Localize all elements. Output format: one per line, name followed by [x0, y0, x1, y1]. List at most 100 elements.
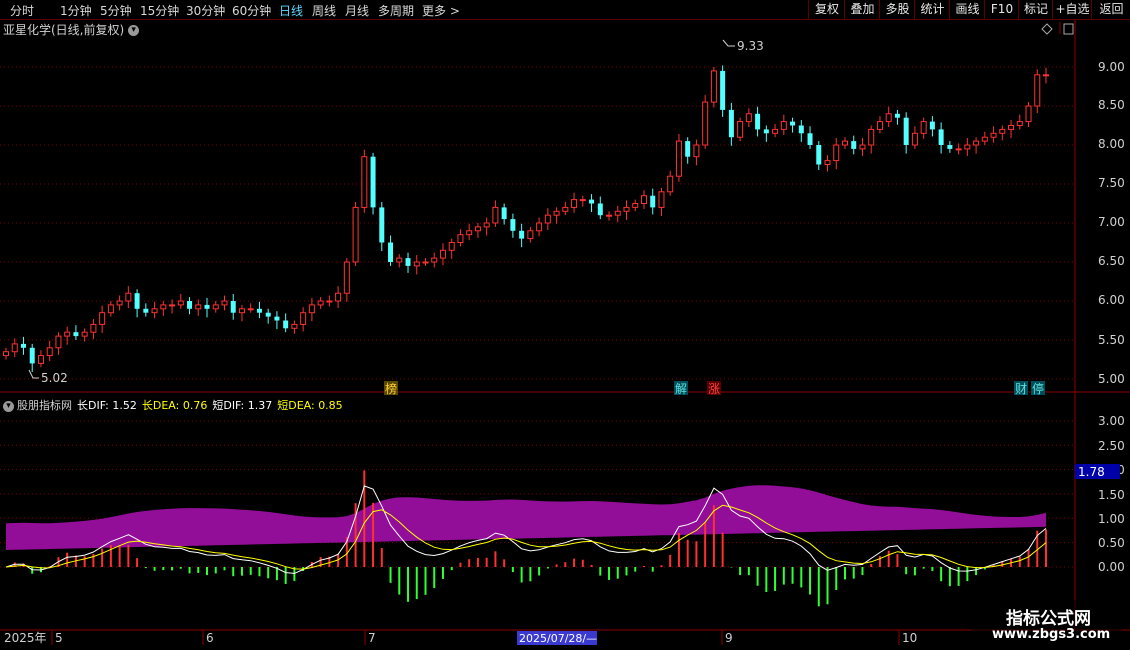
candle-body — [772, 128, 779, 134]
indicator-tick-label: 1.50 — [1098, 488, 1125, 502]
candle-body — [798, 125, 804, 134]
candle-body — [790, 121, 796, 126]
price-tick-label: 7.50 — [1098, 176, 1125, 190]
candle-body — [3, 351, 9, 357]
candle-body — [448, 242, 455, 251]
watermark-title: 指标公式网 — [1006, 609, 1091, 629]
high-pointer — [722, 39, 735, 47]
event-marker[interactable]: 涨 — [708, 381, 720, 396]
candle-body — [816, 145, 822, 165]
candle-body — [833, 144, 840, 162]
candle-body — [562, 206, 569, 212]
candle-body — [212, 304, 219, 310]
candle-body — [300, 312, 307, 325]
candle-body — [885, 113, 892, 123]
window-icon[interactable] — [1063, 23, 1074, 35]
candle-body — [763, 129, 769, 134]
long-dea-label: 长DEA: 0.76 — [141, 399, 208, 412]
indicator-tick-label: 3.00 — [1098, 414, 1125, 428]
candle-body — [283, 320, 289, 329]
kline-chart[interactable]: 9.00 8.50 8.00 7.50 7.00 6.50 6.00 5.50 … — [0, 0, 1130, 650]
candle-body — [614, 210, 621, 216]
candle-body — [780, 121, 787, 130]
candle-body — [841, 140, 848, 146]
event-marker[interactable]: 停 — [1032, 381, 1044, 396]
chevron-down-icon[interactable]: ▾ — [3, 400, 14, 412]
time-axis-label: 2025年 — [4, 631, 47, 645]
candle-body — [693, 144, 700, 158]
low-price-label: 5.02 — [41, 371, 68, 385]
candle-body — [544, 214, 551, 224]
candle-body — [195, 304, 202, 310]
candle-body — [326, 300, 333, 303]
candle-body — [737, 121, 744, 138]
candle-body — [352, 206, 359, 263]
indicator-tick-label: 1.00 — [1098, 512, 1125, 526]
indicator-name[interactable]: 股朋指标网 — [17, 399, 72, 412]
candle-body — [1016, 121, 1023, 126]
candle-body — [650, 195, 656, 208]
candle-body — [204, 304, 210, 309]
candle-body — [291, 323, 298, 329]
candle-body — [745, 113, 752, 123]
candle-body — [20, 343, 26, 348]
candle-body — [658, 191, 665, 208]
candle-body — [579, 199, 586, 202]
event-marker[interactable]: 解 — [675, 382, 687, 396]
candle-body — [685, 141, 691, 157]
candle-body — [379, 207, 385, 243]
candle-body — [29, 347, 35, 364]
candle-body — [990, 132, 997, 138]
candle-body — [370, 156, 376, 208]
candle-body — [710, 70, 717, 103]
candle-body — [335, 292, 342, 302]
indicator-tick-label: 2.50 — [1098, 439, 1125, 453]
candle-body — [274, 316, 280, 321]
candle-body — [675, 140, 682, 177]
candle-body — [876, 121, 883, 130]
candle-body — [553, 210, 560, 216]
candle-body — [755, 113, 761, 130]
indicator-legend: ▾ 股朋指标网 长DIF: 1.52 长DEA: 0.76 短DIF: 1.37 短DEA… — [3, 397, 348, 413]
time-axis-label: 6 — [206, 631, 214, 645]
indicator-tick-label: 0.00 — [1098, 560, 1125, 574]
candle-body — [824, 160, 831, 166]
candle-body — [474, 226, 481, 232]
candle-body — [116, 300, 123, 306]
candle-body — [64, 331, 71, 337]
candle-body — [807, 133, 813, 145]
short-dea-label: 短DEA: 0.85 — [277, 399, 343, 412]
candle-body — [519, 230, 525, 239]
price-tick-label: 5.00 — [1098, 372, 1125, 386]
candle-body — [894, 113, 900, 118]
candle-body — [125, 292, 132, 302]
short-dif-label: 短DIF: 1.37 — [212, 399, 273, 412]
candle-body — [90, 323, 97, 333]
candle-body — [405, 258, 411, 266]
candle-body — [911, 132, 918, 146]
candle-body — [457, 234, 464, 243]
candle-body — [720, 70, 726, 110]
diamond-icon[interactable] — [1041, 23, 1053, 35]
high-price-label: 9.33 — [737, 39, 764, 53]
event-marker[interactable]: 财 — [1015, 382, 1027, 396]
candle-body — [981, 136, 988, 142]
price-tick-label: 5.50 — [1098, 333, 1125, 347]
candle-body — [396, 257, 403, 263]
candle-body — [1025, 105, 1032, 123]
candle-body — [947, 145, 953, 149]
candle-body — [143, 308, 149, 313]
candle-body — [160, 304, 167, 310]
candle-body — [230, 301, 236, 313]
indicator-tick-label: 0.50 — [1098, 536, 1125, 550]
candle-body — [256, 308, 262, 313]
candle-body — [868, 128, 875, 146]
candlestick-series — [3, 65, 1049, 372]
candle-body — [920, 121, 927, 134]
candle-body — [859, 144, 866, 150]
candle-body — [343, 261, 350, 294]
candle-body — [589, 199, 595, 204]
time-axis-label: 10 — [902, 631, 917, 645]
event-marker[interactable]: 榜 — [385, 381, 397, 396]
candle-body — [221, 300, 228, 306]
